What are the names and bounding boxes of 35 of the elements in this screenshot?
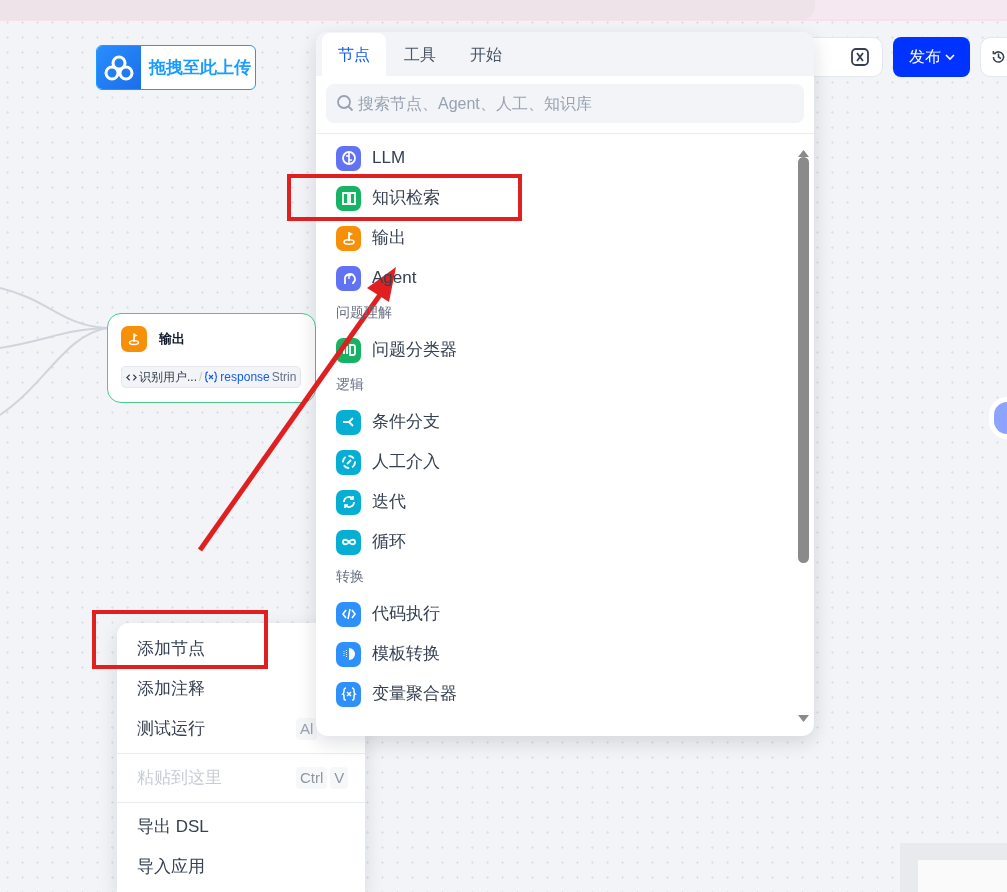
- node-type-item[interactable]: 条件分支: [336, 402, 814, 442]
- search-field[interactable]: 搜索节点、Agent、人工、知识库: [326, 84, 804, 123]
- chevron-down-icon: [944, 52, 955, 62]
- upload-label: 拖拽至此上传: [147, 56, 251, 79]
- node-type-item[interactable]: 输出: [336, 218, 814, 258]
- variable-icon: [204, 371, 219, 383]
- cloud-icon: [104, 54, 134, 81]
- node-card[interactable]: 输出 识别用户... / response Strin: [107, 313, 316, 403]
- node-type-item[interactable]: 问题分类器: [336, 330, 814, 370]
- variable-name: response: [220, 369, 270, 386]
- node-type-item[interactable]: LLM: [336, 138, 814, 178]
- node-type-item[interactable]: 循环: [336, 522, 814, 562]
- tab[interactable]: 节点: [322, 33, 386, 76]
- section-label: 转换: [336, 566, 364, 586]
- scroll-down-icon[interactable]: [797, 714, 810, 724]
- tab[interactable]: 工具: [388, 33, 452, 76]
- publish-button[interactable]: 发布: [893, 37, 970, 77]
- round-button[interactable]: [989, 397, 1007, 439]
- node-type-item[interactable]: 知识检索: [336, 178, 814, 218]
- variable-source: 识别用户...: [139, 369, 197, 386]
- scroll-up-icon[interactable]: [797, 149, 810, 159]
- menu-item[interactable]: 导入应用: [117, 847, 365, 887]
- shortcut-key: Ctrl: [296, 766, 328, 790]
- node-title: 输出: [159, 330, 185, 349]
- shortcut-key: Al: [296, 717, 318, 741]
- menu-item[interactable]: 导出 DSL: [117, 807, 365, 847]
- node-type-item[interactable]: 迭代: [336, 482, 814, 522]
- shortcut-key: V: [330, 766, 349, 790]
- variable-type: Strin: [271, 369, 297, 386]
- variable-icon[interactable]: [850, 47, 870, 67]
- node-type-item[interactable]: 人工介入: [336, 442, 814, 482]
- tab[interactable]: 开始: [454, 33, 518, 76]
- section-label: 逻辑: [336, 374, 364, 394]
- history-button[interactable]: [980, 37, 1007, 77]
- separator: /: [199, 369, 203, 386]
